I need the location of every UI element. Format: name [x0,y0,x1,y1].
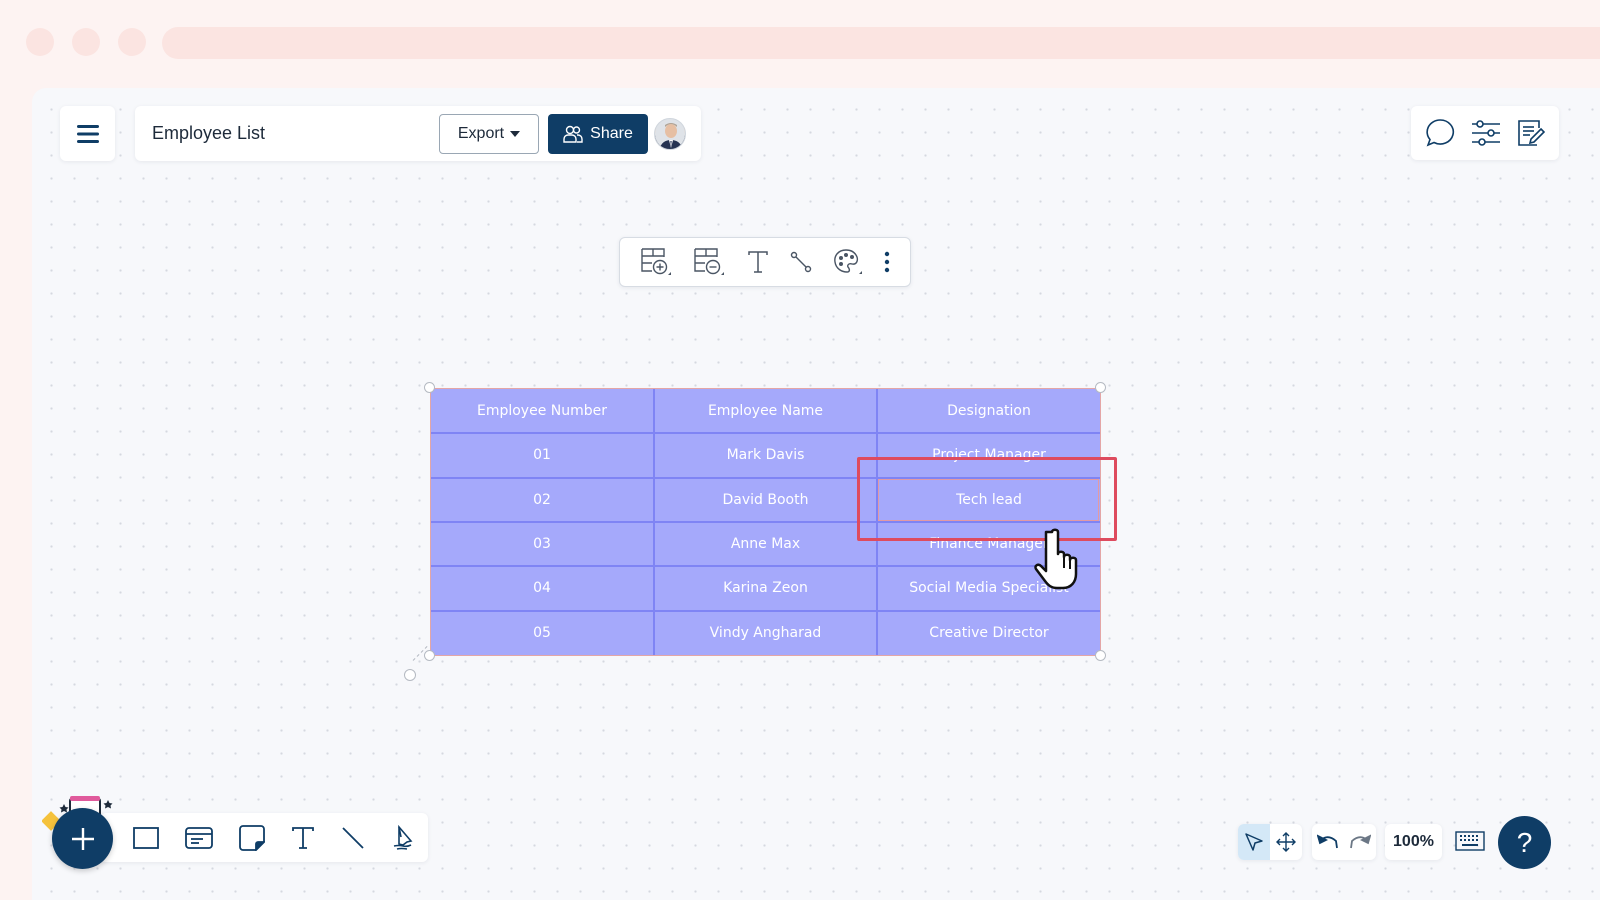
browser-address-bar [162,27,1600,59]
connector-icon [791,251,812,273]
table-cell[interactable]: 03 [431,520,655,568]
table-row: 05 Vindy Angharad Creative Director [431,609,1100,655]
table-cell[interactable]: Vindy Angharad [653,609,878,655]
employee-table[interactable]: Employee Number Employee Name Designatio… [431,389,1100,655]
add-shape-button[interactable] [52,808,113,869]
share-button[interactable]: Share [548,113,648,154]
notes-edit-icon [1518,120,1545,146]
main-menu-button[interactable] [60,106,115,161]
text-tool[interactable] [291,826,315,850]
undo-button[interactable] [1317,834,1339,850]
resize-handle-top-right[interactable] [1095,382,1106,393]
caret-down-icon [510,130,521,137]
undo-icon [1317,834,1338,849]
help-icon: ? [1516,826,1533,858]
table-row: 02 David Booth Tech lead [431,476,1100,523]
export-button[interactable]: Export [439,113,539,154]
table-cell[interactable]: Creative Director [876,609,1100,655]
header-employee-number[interactable]: Employee Number [431,389,655,435]
table-row: 01 Mark Davis Project Manager [431,432,1100,479]
zoom-level-indicator[interactable]: 100% [1385,824,1442,860]
color-palette-icon [834,249,862,274]
pan-move-icon [1276,832,1296,852]
plus-icon [71,827,94,850]
rectangle-icon [133,826,159,849]
keyboard-shortcuts-button[interactable] [1455,831,1485,856]
table-row: 03 Anne Max Finance Manager [431,520,1100,568]
line-tool[interactable] [341,826,365,850]
redo-button[interactable] [1349,834,1371,850]
right-tools-panel [1411,106,1559,160]
users-icon [563,125,583,143]
history-group [1312,824,1376,860]
pan-tool-button[interactable] [1270,824,1302,860]
table-cell[interactable]: 04 [431,565,655,612]
hand-pointer-cursor-icon [1032,528,1088,597]
text-format-button[interactable] [746,250,770,274]
notes-button[interactable] [1517,119,1545,147]
shape-tools-toolbar [100,813,428,862]
resize-handle-bottom-left[interactable] [424,650,435,661]
add-table-row-icon [641,248,672,275]
table-cell[interactable]: 05 [431,609,655,655]
table-cell[interactable]: 02 [431,476,655,523]
resize-handle-top-left[interactable] [424,382,435,393]
table-cell[interactable]: Anne Max [653,520,878,568]
text-icon [292,826,314,849]
hamburger-menu-icon [76,124,99,143]
share-label: Share [590,124,633,142]
table-cell[interactable]: Karina Zeon [653,565,878,612]
table-cell[interactable]: Project Manager [876,432,1100,479]
table-cell[interactable]: Mark Davis [653,432,878,479]
settings-button[interactable] [1471,120,1501,146]
comment-icon [1426,119,1455,147]
header-designation[interactable]: Designation [876,389,1100,435]
window-dot [72,28,100,56]
remove-row-button[interactable] [693,247,725,277]
export-label: Export [457,124,505,142]
person-portrait-icon [655,118,685,149]
window-dot [118,28,146,56]
text-icon [747,251,768,273]
header-employee-name[interactable]: Employee Name [653,389,878,435]
table-cell[interactable]: 01 [431,432,655,479]
sticky-note-tool[interactable] [239,824,265,851]
user-avatar[interactable] [654,117,686,150]
keyboard-icon [1455,831,1485,851]
remove-table-row-icon [694,248,724,275]
connector-button[interactable] [790,251,812,273]
comments-button[interactable] [1425,118,1455,148]
rotate-handle[interactable] [404,669,416,681]
color-fill-button[interactable] [833,248,863,276]
sticky-note-icon [239,824,265,851]
redo-icon [1350,834,1371,849]
help-button[interactable]: ? [1498,816,1551,869]
table-header-row: Employee Number Employee Name Designatio… [431,389,1100,435]
employee-table-shape[interactable]: Employee Number Employee Name Designatio… [430,388,1101,656]
table-cell[interactable]: David Booth [653,476,878,523]
document-header: Employee List Export Share [135,106,701,161]
add-row-button[interactable] [640,247,672,277]
window-dot [26,28,54,56]
more-options-button[interactable] [884,251,890,273]
pen-icon [393,824,413,850]
settings-sliders-icon [1472,120,1500,146]
card-tool[interactable] [185,826,213,849]
pen-tool[interactable] [391,824,415,851]
resize-handle-bottom-right[interactable] [1095,650,1106,661]
more-options-icon [884,251,889,273]
table-row: 04 Karina Zeon Social Media Specialist [431,565,1100,612]
select-tool-button[interactable] [1238,824,1270,860]
line-icon [342,826,364,849]
rectangle-tool[interactable] [133,826,159,849]
selected-table-cell[interactable]: Tech lead [876,476,1100,523]
document-title[interactable]: Employee List [152,123,439,144]
card-icon [185,826,213,849]
pointer-icon [1245,833,1263,851]
table-context-toolbar [619,237,911,287]
selection-mode-group [1238,824,1302,860]
browser-window-controls [26,28,146,56]
